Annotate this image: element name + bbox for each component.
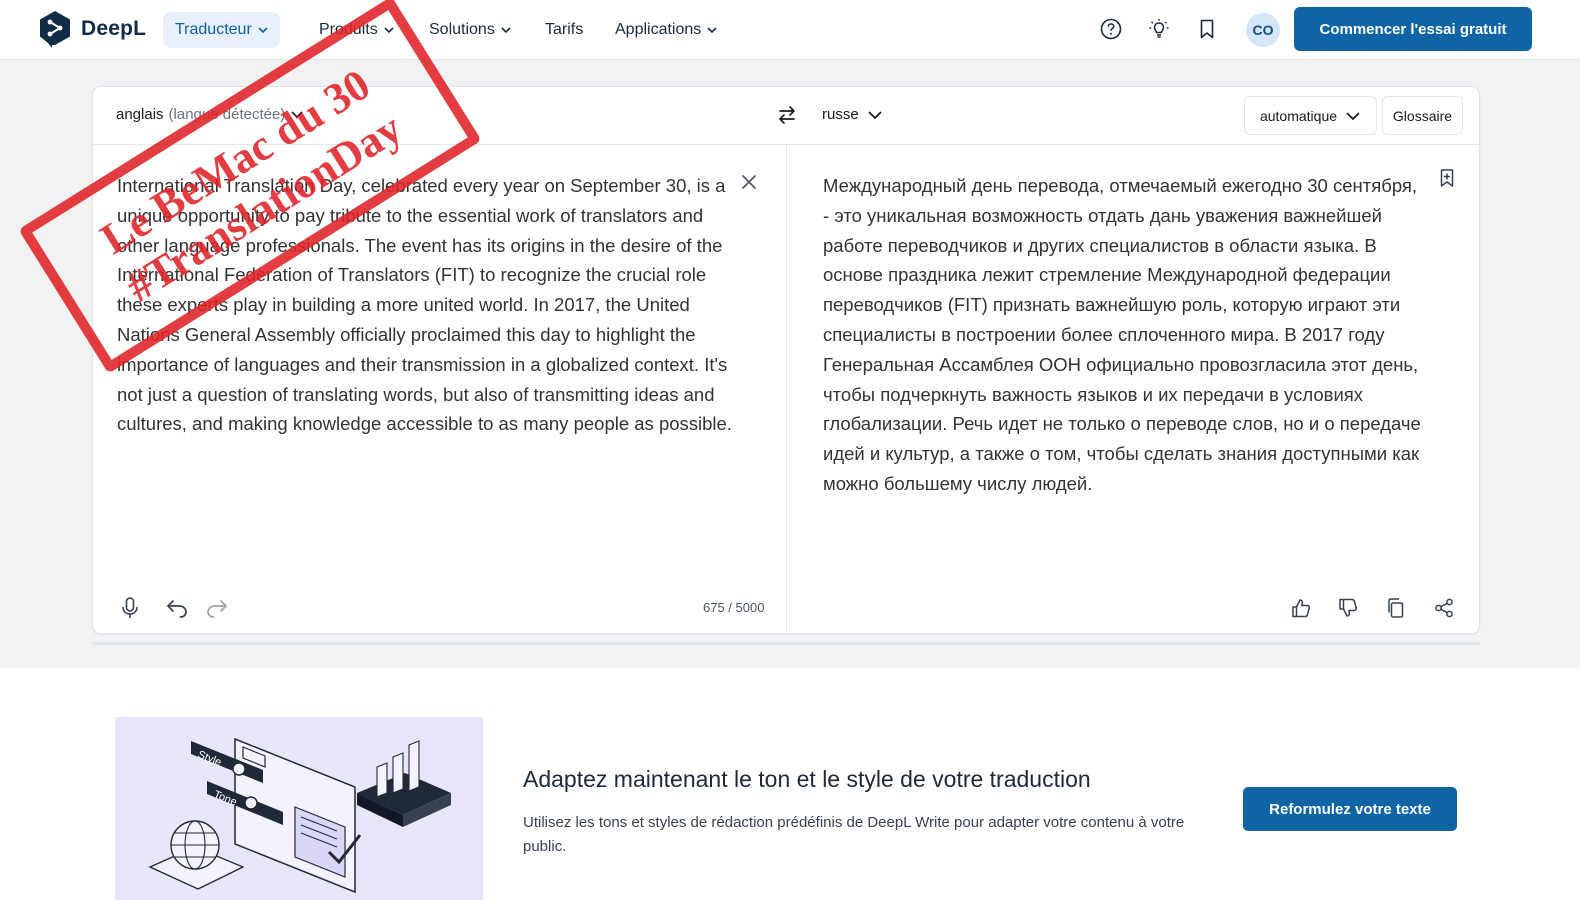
saved-translations-button[interactable] (1194, 16, 1220, 42)
tips-button[interactable] (1146, 16, 1172, 42)
undo-button[interactable] (164, 595, 190, 621)
deepl-write-promo: Style Tone Adaptez maintenant le ton et … (0, 668, 1580, 900)
promo-illustration: Style Tone (115, 717, 483, 900)
share-button[interactable] (1431, 595, 1457, 621)
share-icon (1435, 598, 1453, 618)
promo-description: Utilisez les tons et styles de rédaction… (523, 814, 1185, 855)
brand-name: DeepL (81, 17, 147, 40)
start-free-trial-button[interactable]: Commencer l'essai gratuit (1294, 7, 1532, 51)
like-button[interactable] (1288, 595, 1314, 621)
style-label: Style (196, 749, 223, 769)
nav-translator-label: Traducteur (175, 21, 252, 38)
nav-applications[interactable]: Applications (615, 12, 717, 48)
chevron-down-icon (1346, 111, 1360, 120)
undo-icon (167, 600, 187, 618)
nav-pricing-label: Tarifs (545, 21, 584, 38)
nav-translator[interactable]: Traducteur (163, 12, 280, 48)
promo-title: Adaptez maintenant le ton et le style de… (523, 766, 1091, 792)
dictation-button[interactable] (117, 595, 143, 621)
clear-text-icon[interactable] (738, 171, 760, 193)
target-language-select[interactable]: russe (822, 106, 883, 123)
dislike-button[interactable] (1335, 595, 1361, 621)
redo-icon (207, 600, 227, 618)
copy-icon (1388, 598, 1404, 618)
swap-languages-icon[interactable] (775, 103, 799, 127)
deepl-logo-icon (40, 11, 70, 48)
chevron-down-icon (258, 27, 268, 34)
bookmark-icon (1200, 19, 1214, 39)
thumbs-up-icon (1292, 599, 1311, 618)
chevron-down-icon (501, 27, 511, 34)
card-bottom-edge (92, 642, 1480, 645)
formality-select[interactable]: automatique (1244, 96, 1377, 135)
chevron-down-icon (707, 27, 717, 34)
deepl-logo[interactable]: DeepL (38, 10, 146, 48)
copy-button[interactable] (1383, 595, 1409, 621)
nav-solutions-label: Solutions (429, 21, 495, 38)
translated-text-output: Международный день перевода, отмечаемый … (823, 175, 1421, 494)
nav-solutions[interactable]: Solutions (429, 12, 511, 48)
glossary-button[interactable]: Glossaire (1382, 96, 1463, 135)
top-navbar: DeepL Traducteur Produits Solutions Tari… (0, 0, 1580, 60)
thumbs-down-icon (1339, 598, 1358, 617)
help-icon (1100, 18, 1122, 40)
microphone-icon (122, 597, 138, 618)
rephrase-text-button[interactable]: Reformulez votre texte (1243, 787, 1457, 831)
help-button[interactable] (1098, 16, 1124, 42)
lightbulb-icon (1149, 19, 1169, 38)
user-avatar[interactable]: CO (1246, 13, 1280, 47)
redo-button[interactable] (204, 595, 230, 621)
style-tone-illustration: Style Tone (148, 737, 451, 894)
character-counter: 675 / 5000 (703, 600, 765, 615)
target-language-label: russe (822, 106, 859, 123)
save-translation-icon[interactable] (1436, 167, 1458, 189)
nav-pricing[interactable]: Tarifs (545, 12, 583, 48)
panel-divider (786, 145, 787, 633)
nav-applications-label: Applications (615, 21, 702, 38)
formality-label: automatique (1259, 107, 1338, 124)
source-language-label: anglais (116, 106, 164, 123)
chevron-down-icon (868, 110, 882, 119)
